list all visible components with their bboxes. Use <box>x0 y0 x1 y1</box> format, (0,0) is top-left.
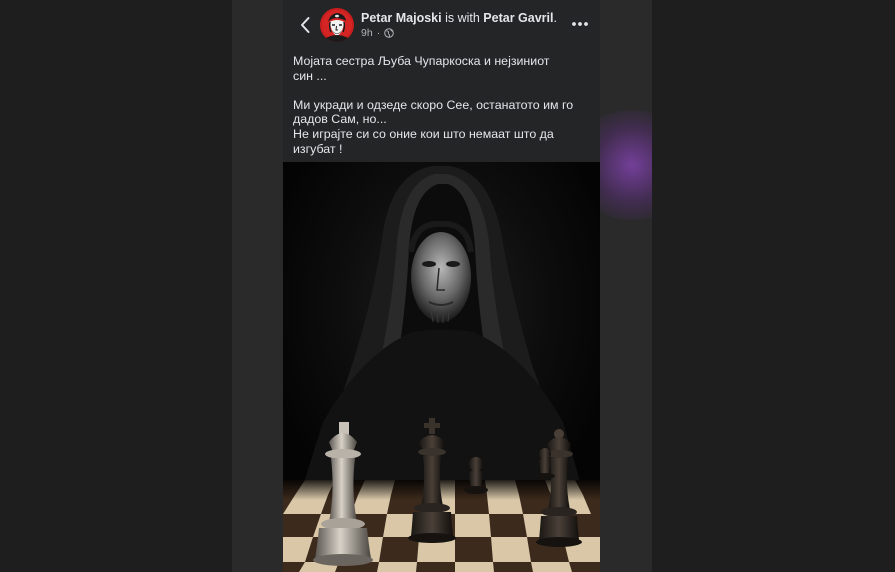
post-text-line: дадов Сам, но... <box>293 112 387 127</box>
post-body-text: Мојата сестра Љуба Чупаркоска и нејзинио… <box>293 54 593 156</box>
post-image[interactable] <box>283 162 600 572</box>
period-text: . <box>553 11 557 25</box>
author-avatar-image <box>320 8 354 42</box>
more-dots-icon <box>572 22 588 26</box>
post-text-line: Не играјте си со оние кои што немаат што… <box>293 126 554 141</box>
outer-background-left <box>0 0 232 572</box>
more-options-button[interactable] <box>569 14 591 34</box>
post-text-line: син ... <box>293 68 327 83</box>
post-time[interactable]: 9h <box>361 27 373 39</box>
post-text-line: Мојата сестра Љуба Чупаркоска и нејзинио… <box>293 54 550 68</box>
chevron-left-icon <box>301 17 310 33</box>
post-header: Petar Majoski is with Petar Gavril. 9h · <box>283 0 600 50</box>
tagged-person-link[interactable]: Petar Gavril <box>483 11 553 25</box>
with-text: is with <box>445 11 480 25</box>
avatar[interactable] <box>320 8 354 42</box>
back-button[interactable] <box>293 12 317 38</box>
post-card: Petar Majoski is with Petar Gavril. 9h ·… <box>283 0 600 572</box>
post-meta: 9h · <box>361 27 394 39</box>
outer-background-right <box>652 0 895 572</box>
post-text-line: Ми укради и одзеде скоро Сее, останатото… <box>293 97 574 112</box>
meta-separator: · <box>376 27 381 39</box>
author-name-link[interactable]: Petar Majoski <box>361 11 442 25</box>
post-text-line: изгубат ! <box>293 141 343 156</box>
hooded-figure-chess-image <box>283 162 600 572</box>
post-author-line: Petar Majoski is with Petar Gavril. <box>361 11 591 25</box>
globe-icon <box>384 28 394 38</box>
